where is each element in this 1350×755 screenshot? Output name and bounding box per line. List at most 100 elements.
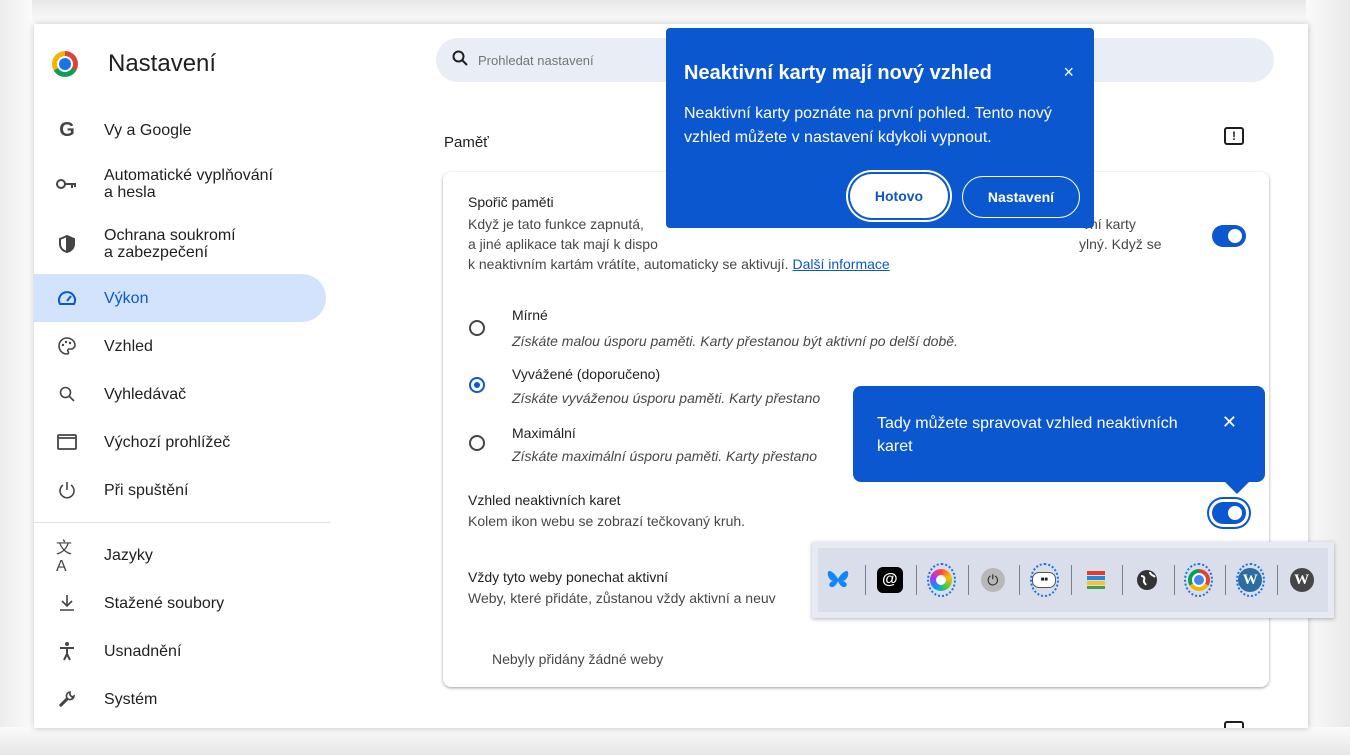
search-icon xyxy=(452,50,468,71)
sidebar-item-you-and-google[interactable]: G Vy a Google xyxy=(34,106,334,154)
sidebar-item-label: Při spuštění xyxy=(104,481,189,499)
settings-window: Nastavení G Vy a Google Automatické vypl… xyxy=(34,24,1308,728)
tab-separator xyxy=(1070,565,1072,595)
close-icon[interactable]: ✕ xyxy=(1222,412,1237,433)
frame-edge-bottom xyxy=(0,727,1350,755)
wordpress-icon[interactable]: W xyxy=(1235,563,1265,597)
section-title-memory: Paměť xyxy=(444,134,489,151)
globe-icon[interactable] xyxy=(1133,563,1162,597)
always-active-desc: Weby, které přidáte, zůstanou vždy aktiv… xyxy=(468,590,776,606)
option-desc-maximum: Získáte maximální úsporu paměti. Karty p… xyxy=(512,448,818,464)
page-title: Nastavení xyxy=(108,50,217,77)
search-input[interactable] xyxy=(476,51,680,69)
books-icon[interactable] xyxy=(1081,563,1110,597)
tab-separator xyxy=(1225,565,1226,595)
speedometer-icon xyxy=(56,287,78,309)
key-icon xyxy=(56,173,78,195)
inactive-tabs-promo-popup: Neaktivní karty mají nový vzhled × Neakt… xyxy=(666,28,1094,228)
frame-edge-top xyxy=(0,0,1350,22)
sidebar-item-appearance[interactable]: Vzhled xyxy=(34,322,334,370)
radio-maximum[interactable] xyxy=(469,435,485,451)
power-button-icon[interactable]: ⏻ xyxy=(978,563,1007,597)
option-desc-moderate: Získáte malou úsporu paměti. Karty přest… xyxy=(512,333,958,349)
sidebar-item-accessibility[interactable]: Usnadnění xyxy=(34,627,334,675)
sidebar-item-downloads[interactable]: Stažené soubory xyxy=(34,579,334,627)
sidebar-item-languages[interactable]: 文A Jazyky xyxy=(34,531,334,579)
sidebar-item-label: Ochrana soukromí a zabezpečení xyxy=(104,227,236,261)
sidebar-item-search-engine[interactable]: Vyhledávač xyxy=(34,370,334,418)
frame-edge-left xyxy=(0,0,32,755)
memory-saver-desc-line3: k neaktivním kartám vrátíte, automaticky… xyxy=(468,254,890,274)
option-label-maximum: Maximální xyxy=(512,425,576,441)
inactive-look-desc: Kolem ikon webu se zobrazí tečkovaný kru… xyxy=(468,513,746,529)
sidebar-item-label: Systém xyxy=(104,690,158,708)
bluesky-butterfly-icon[interactable] xyxy=(824,563,853,597)
sidebar-item-label: Vyhledávač xyxy=(104,385,187,403)
color-ring-icon[interactable] xyxy=(926,563,956,597)
option-label-balanced: Vyvážené (doporučeno) xyxy=(512,366,661,382)
sidebar-nav: G Vy a Google Automatické vyplňování a h… xyxy=(34,106,334,723)
settings-button[interactable]: Nastavení xyxy=(962,176,1080,218)
accessibility-icon xyxy=(56,640,78,662)
tab-separator xyxy=(967,565,969,595)
radio-moderate[interactable] xyxy=(469,320,485,336)
tab-separator xyxy=(916,565,917,595)
feedback-icon-bottom[interactable] xyxy=(1224,721,1244,728)
search-icon xyxy=(56,383,78,405)
translate-icon: 文A xyxy=(56,540,73,575)
power-icon xyxy=(56,479,78,501)
tab-separator xyxy=(1122,565,1123,595)
radio-balanced[interactable] xyxy=(469,377,485,393)
inactive-look-title: Vzhled neaktivních karet xyxy=(468,492,621,508)
always-active-empty-text: Nebyly přidány žádné weby xyxy=(492,651,664,667)
inactive-look-tooltip: Tady můžete spravovat vzhled neaktivních… xyxy=(853,386,1265,494)
sidebar-item-label: Usnadnění xyxy=(104,642,182,660)
tab-separator xyxy=(1019,565,1020,595)
site-badge-icon[interactable]: ■■ xyxy=(1029,563,1059,597)
sidebar-item-label: Vy a Google xyxy=(104,121,192,139)
learn-more-link[interactable]: Další informace xyxy=(792,256,889,272)
close-icon[interactable]: × xyxy=(1063,62,1074,83)
chrome-icon[interactable] xyxy=(1184,563,1213,597)
sidebar-item-label: Stažené soubory xyxy=(104,594,225,612)
app-header: Nastavení xyxy=(52,46,216,82)
sidebar-item-privacy[interactable]: Ochrana soukromí a zabezpečení xyxy=(34,214,334,274)
sidebar-item-performance[interactable]: Výkon xyxy=(34,274,326,322)
sidebar-item-default-browser[interactable]: Výchozí prohlížeč xyxy=(34,418,334,466)
memory-saver-title: Spořič paměti xyxy=(468,194,554,210)
popup-title: Neaktivní karty mají nový vzhled xyxy=(684,62,992,84)
threads-icon[interactable]: @ xyxy=(875,563,904,597)
option-desc-balanced: Získáte vyváženou úsporu paměti. Karty p… xyxy=(512,390,821,406)
sidebar-item-label: Výchozí prohlížeč xyxy=(104,433,231,451)
memory-saver-desc-text: k neaktivním kartám vrátíte, automaticky… xyxy=(468,256,789,272)
wordpress-icon[interactable]: W xyxy=(1287,563,1316,597)
memory-saver-toggle[interactable] xyxy=(1212,225,1246,247)
palette-icon xyxy=(56,335,78,357)
sidebar-item-label: Vzhled xyxy=(104,337,153,355)
tab-separator xyxy=(1276,565,1278,595)
google-g-icon: G xyxy=(59,118,75,141)
sidebar-divider xyxy=(34,522,330,523)
sidebar-item-on-startup[interactable]: Při spuštění xyxy=(34,466,334,514)
tab-separator xyxy=(864,565,866,595)
tooltip-text: Tady můžete spravovat vzhled neaktivních… xyxy=(877,415,1178,455)
download-icon xyxy=(56,592,78,614)
shield-icon xyxy=(56,233,78,255)
popup-text: Neaktivní karty poznáte na první pohled.… xyxy=(684,105,1052,146)
done-button[interactable]: Hotovo xyxy=(850,174,948,218)
memory-saver-desc-line2: a jiné aplikace tak mají k dispo xyxy=(468,236,658,252)
wrench-icon xyxy=(56,688,78,710)
feedback-icon[interactable]: ! xyxy=(1224,127,1244,145)
frame-edge-right xyxy=(1306,0,1350,755)
sidebar-item-label: Výkon xyxy=(104,289,149,307)
memory-saver-desc-line2-end: ylný. Když se xyxy=(1079,236,1162,252)
memory-saver-desc-line1: Když je tato funkce zapnutá, xyxy=(468,216,644,232)
browser-window-icon xyxy=(56,431,78,453)
inactive-look-toggle[interactable] xyxy=(1212,502,1246,524)
sidebar-item-label: Automatické vyplňování a hesla xyxy=(104,167,273,201)
sidebar-item-system[interactable]: Systém xyxy=(34,675,334,723)
chrome-logo-icon xyxy=(52,51,78,77)
always-active-title: Vždy tyto weby ponechat aktivní xyxy=(468,569,668,585)
sidebar-item-autofill[interactable]: Automatické vyplňování a hesla xyxy=(34,154,334,214)
sidebar-item-label: Jazyky xyxy=(104,546,153,564)
